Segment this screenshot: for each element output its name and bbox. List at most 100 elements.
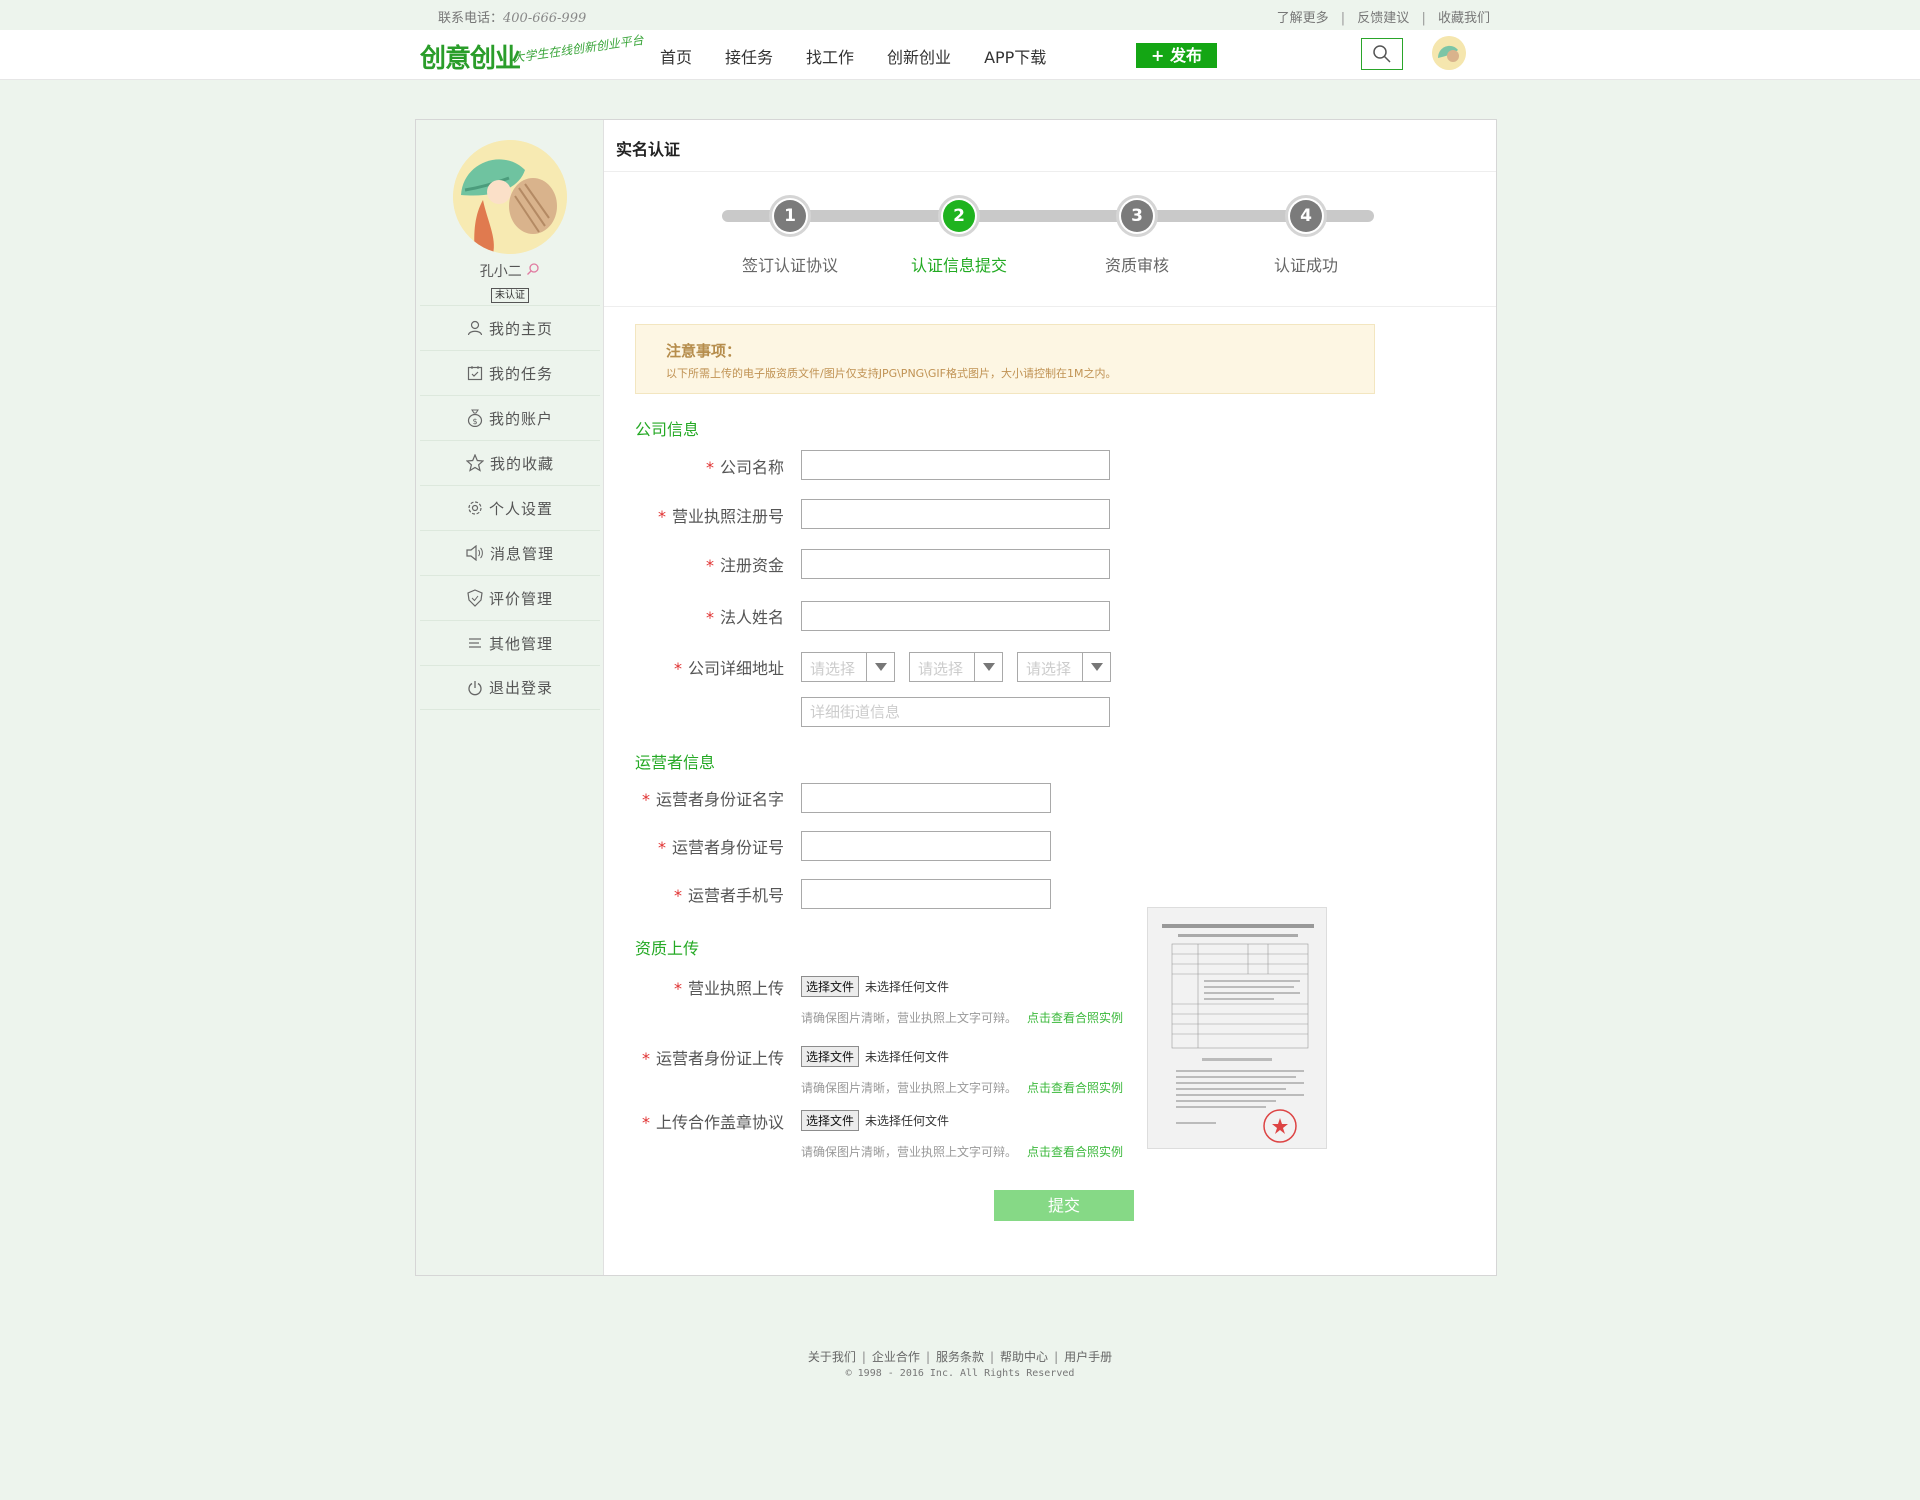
step-4-label: 认证成功 xyxy=(1273,256,1338,275)
separator: | xyxy=(990,1350,995,1364)
agreement-upload-hint: 请确保图片清晰，营业执照上文字可辩。 点击查看合照实例 xyxy=(801,1143,1123,1160)
footer: 关于我们 | 企业合作 | 服务条款 | 帮助中心 | 用户手册 © 1998 - 2016 I… xyxy=(0,1348,1920,1379)
link-bookmark[interactable]: 收藏我们 xyxy=(1438,11,1490,26)
separator: | xyxy=(1421,11,1426,26)
notice-box: 注意事项： 以下所需上传的电子版资质文件/图片仅支持JPG\PNG\GIF格式图… xyxy=(635,324,1375,394)
nav-startup[interactable]: 创新创业 xyxy=(887,44,951,68)
province-select[interactable]: 请选择 xyxy=(801,652,895,682)
operator-phone-input[interactable] xyxy=(801,879,1051,909)
verification-badge: 未认证 xyxy=(491,288,529,303)
sidebar-item-my-tasks[interactable]: 我的任务 xyxy=(420,350,600,395)
avatar-illustration-icon xyxy=(453,140,567,254)
nav-tasks[interactable]: 接任务 xyxy=(725,44,773,68)
operator-idname-input[interactable] xyxy=(801,783,1051,813)
nav-home[interactable]: 首页 xyxy=(660,44,692,68)
street-address-input[interactable]: 详细街道信息 xyxy=(801,697,1110,727)
company-name-input[interactable] xyxy=(801,450,1110,480)
publish-button[interactable]: + 发布 xyxy=(1136,43,1217,68)
top-bar: 联系电话：400-666-999 了解更多 | 反馈建议 | 收藏我们 xyxy=(0,0,1920,30)
nav-jobs[interactable]: 找工作 xyxy=(806,44,854,68)
example-link[interactable]: 点击查看合照实例 xyxy=(1027,1081,1123,1095)
top-links: 了解更多 | 反馈建议 | 收藏我们 xyxy=(1277,7,1490,26)
sidebar-item-label: 退出登录 xyxy=(488,679,553,697)
divider xyxy=(604,306,1496,307)
required-mark: * xyxy=(657,507,666,526)
footer-link-manual[interactable]: 用户手册 xyxy=(1064,1350,1112,1364)
nav-app-download[interactable]: APP下载 xyxy=(984,44,1046,68)
operator-phone-label-text: 运营者手机号 xyxy=(687,886,784,905)
sidebar-item-other[interactable]: 其他管理 xyxy=(420,620,600,665)
sidebar-item-label: 我的账户 xyxy=(488,409,553,428)
sidebar-item-label: 我的主页 xyxy=(488,319,553,338)
footer-link-terms[interactable]: 服务条款 xyxy=(936,1350,984,1364)
legal-person-label-text: 法人姓名 xyxy=(719,608,784,627)
hint-text: 请确保图片清晰，营业执照上文字可辩。 xyxy=(801,1011,1018,1025)
idcard-upload-label-text: 运营者身份证上传 xyxy=(655,1049,784,1068)
speaker-icon xyxy=(466,545,483,561)
power-icon xyxy=(468,680,482,695)
sidebar-item-my-home[interactable]: 我的主页 xyxy=(420,305,600,350)
sidebar-item-messages[interactable]: 消息管理 xyxy=(420,530,600,575)
district-select[interactable]: 请选择 xyxy=(1017,652,1111,682)
search-button[interactable] xyxy=(1361,38,1403,70)
sidebar-item-logout[interactable]: 退出登录 xyxy=(420,665,600,710)
step-1-label: 签订认证协议 xyxy=(741,256,838,275)
operator-idname-label-text: 运营者身份证名字 xyxy=(655,790,784,809)
chevron-down-icon xyxy=(974,653,1002,681)
phone-label: 联系电话： xyxy=(438,11,504,26)
header-avatar[interactable] xyxy=(1432,36,1466,70)
section-qualification-upload: 资质上传 xyxy=(635,939,700,958)
district-select-value: 请选择 xyxy=(1026,660,1072,678)
sidebar-item-label: 消息管理 xyxy=(489,544,554,563)
link-learn-more[interactable]: 了解更多 xyxy=(1277,11,1329,26)
user-icon xyxy=(467,320,483,336)
svg-text:$: $ xyxy=(472,417,478,426)
operator-idno-input[interactable] xyxy=(801,831,1051,861)
separator: | xyxy=(1340,11,1346,26)
license-no-label: * 营业执照注册号 xyxy=(604,503,784,527)
sidebar-item-my-favorites[interactable]: 我的收藏 xyxy=(420,440,600,485)
address-label-text: 公司详细地址 xyxy=(687,659,784,678)
idcard-file-input[interactable]: 选择文件 未选择任何文件 xyxy=(801,1046,949,1067)
legal-person-input[interactable] xyxy=(801,601,1110,631)
sample-document-image xyxy=(1147,907,1327,1149)
search-pink-icon[interactable] xyxy=(526,262,540,276)
capital-input[interactable] xyxy=(801,549,1110,579)
main-nav: 首页 接任务 找工作 创新创业 APP下载 xyxy=(660,44,1046,68)
search-icon xyxy=(1373,45,1391,63)
footer-link-cooperation[interactable]: 企业合作 xyxy=(872,1350,920,1364)
step-2-circle: 2 xyxy=(938,195,980,237)
sidebar-item-my-account[interactable]: $ 我的账户 xyxy=(420,395,600,440)
province-select-value: 请选择 xyxy=(810,660,856,678)
user-avatar[interactable] xyxy=(453,140,567,254)
calendar-check-icon xyxy=(467,366,483,381)
choose-file-button[interactable]: 选择文件 xyxy=(801,976,860,997)
example-link[interactable]: 点击查看合照实例 xyxy=(1027,1011,1123,1025)
required-mark: * xyxy=(641,1113,650,1132)
sidebar-item-settings[interactable]: 个人设置 xyxy=(420,485,600,530)
license-file-input[interactable]: 选择文件 未选择任何文件 xyxy=(801,976,949,997)
footer-link-about[interactable]: 关于我们 xyxy=(808,1350,856,1364)
choose-file-button[interactable]: 选择文件 xyxy=(801,1046,860,1067)
choose-file-button[interactable]: 选择文件 xyxy=(801,1110,860,1131)
agreement-file-input[interactable]: 选择文件 未选择任何文件 xyxy=(801,1110,949,1131)
required-mark: * xyxy=(673,979,682,998)
notice-title: 注意事项： xyxy=(666,342,742,360)
example-link[interactable]: 点击查看合照实例 xyxy=(1027,1145,1123,1159)
footer-link-help[interactable]: 帮助中心 xyxy=(1000,1350,1048,1364)
required-mark: * xyxy=(673,886,682,905)
link-feedback[interactable]: 反馈建议 xyxy=(1357,11,1409,26)
capital-label: * 注册资金 xyxy=(604,552,784,576)
separator: | xyxy=(1054,1350,1059,1364)
page-title: 实名认证 xyxy=(616,140,681,159)
submit-button[interactable]: 提交 xyxy=(994,1190,1134,1221)
city-select[interactable]: 请选择 xyxy=(909,652,1003,682)
verification-badge-wrap: 未认证 xyxy=(416,283,604,303)
company-name-label: * 公司名称 xyxy=(604,454,784,478)
site-logo[interactable]: 创意创业 大学生在线创新创业平台 xyxy=(420,32,645,78)
hint-text: 请确保图片清晰，营业执照上文字可辩。 xyxy=(801,1081,1018,1095)
license-no-input[interactable] xyxy=(801,499,1110,529)
chevron-down-icon xyxy=(1082,653,1110,681)
notice-text: 以下所需上传的电子版资质文件/图片仅支持JPG\PNG\GIF格式图片，大小请控… xyxy=(666,367,1117,380)
sidebar-item-reviews[interactable]: 评价管理 xyxy=(420,575,600,620)
